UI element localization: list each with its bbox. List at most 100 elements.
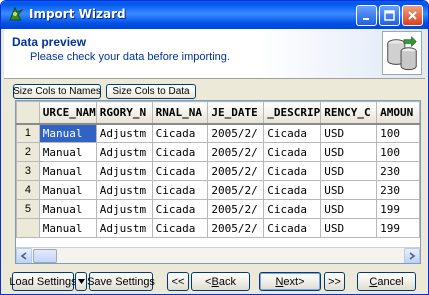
table-row[interactable]: 1 Manual Adjustm Cicada 2005/2/ Cicada U… (16, 123, 420, 143)
load-settings-dropdown[interactable] (75, 272, 87, 291)
last-page-button[interactable]: >> (324, 272, 345, 291)
grid-cell[interactable]: Adjustm (95, 161, 153, 181)
grid-cell[interactable]: Cicada (151, 199, 209, 219)
grid-cell[interactable]: Cicada (263, 199, 322, 219)
row-number[interactable]: 5 (16, 199, 40, 219)
grid-cell[interactable]: Manual (38, 199, 97, 219)
preview-table: URCE_NAM RGORY_N RNAL_NA JE_DATE _DESCRI… (16, 101, 420, 238)
grid-cell[interactable]: 2005/2/ (207, 123, 265, 143)
grid-cell[interactable]: 230 (376, 161, 420, 181)
grid-cell[interactable]: USD (320, 161, 378, 181)
close-button[interactable] (402, 5, 423, 26)
grid-cell[interactable]: Cicada (263, 180, 322, 200)
corner-cell (16, 101, 40, 125)
grid-cell[interactable]: Adjustm (95, 142, 153, 162)
size-cols-to-names-button[interactable]: Size Cols to Names (13, 84, 101, 99)
load-settings-button[interactable]: Load Settings (9, 272, 77, 291)
window-title: Import Wizard (29, 7, 126, 21)
scroll-left-button[interactable] (16, 248, 32, 263)
cancel-button[interactable]: Cancel (357, 272, 416, 291)
column-header[interactable]: RENCY_C (320, 101, 378, 125)
column-header[interactable]: RGORY_N (95, 101, 153, 125)
title-bar[interactable]: Import Wizard (1, 1, 428, 29)
grid-cell[interactable]: 199 (376, 218, 420, 238)
chevron-right-icon (409, 252, 416, 260)
horizontal-scrollbar[interactable] (16, 247, 420, 263)
grid-cell[interactable]: 100 (376, 123, 420, 143)
grid-cell[interactable]: Adjustm (95, 218, 153, 238)
row-number[interactable]: 3 (16, 161, 40, 181)
first-page-button[interactable]: << (167, 272, 189, 291)
size-cols-to-data-button[interactable]: Size Cols to Data (106, 84, 196, 99)
grid-cell[interactable]: 2005/2/ (207, 161, 265, 181)
back-button[interactable]: < Back (191, 272, 250, 291)
row-number[interactable]: 1 (16, 123, 40, 143)
grid-cell[interactable]: Cicada (263, 142, 322, 162)
column-header[interactable]: AMOUN (376, 101, 420, 125)
database-import-icon (382, 31, 422, 75)
back-label-hotkey: B (211, 275, 219, 288)
table-row[interactable]: 5 Manual Adjustm Cicada 2005/2/ Cicada U… (16, 199, 420, 219)
grid-cell[interactable]: Manual (38, 218, 97, 238)
grid-cell[interactable]: 2005/2/ (207, 180, 265, 200)
grid-cell[interactable]: Cicada (151, 142, 209, 162)
data-preview-grid[interactable]: URCE_NAM RGORY_N RNAL_NA JE_DATE _DESCRI… (15, 100, 421, 264)
wizard-header: Data preview Please check your data befo… (4, 29, 425, 79)
grid-cell[interactable]: Manual (38, 142, 97, 162)
row-number[interactable] (16, 218, 40, 238)
next-label-rest: ext (283, 275, 299, 288)
grid-viewport: URCE_NAM RGORY_N RNAL_NA JE_DATE _DESCRI… (16, 101, 420, 247)
grid-cell[interactable]: Manual (38, 180, 97, 200)
grid-cell[interactable]: 199 (376, 199, 420, 219)
scroll-right-button[interactable] (404, 248, 420, 263)
close-icon (408, 11, 417, 20)
grid-cell[interactable]: Cicada (151, 218, 209, 238)
grid-cell[interactable]: 100 (376, 142, 420, 162)
scrollbar-thumb[interactable] (33, 249, 57, 263)
table-row[interactable]: Manual Adjustm Cicada 2005/2/ Cicada USD… (16, 218, 420, 238)
table-row[interactable]: 4 Manual Adjustm Cicada 2005/2/ Cicada U… (16, 180, 420, 200)
import-wizard-window: Import Wizard Data preview Please check … (0, 0, 429, 295)
grid-cell[interactable]: 230 (376, 180, 420, 200)
grid-cell[interactable]: Cicada (151, 123, 209, 143)
minimize-icon (362, 17, 369, 20)
column-header[interactable]: URCE_NAM (38, 101, 97, 125)
grid-cell[interactable]: Cicada (263, 123, 322, 143)
back-label-rest: ack (218, 275, 236, 288)
grid-cell[interactable]: Adjustm (95, 123, 153, 143)
grid-cell-selected[interactable]: Manual (38, 123, 97, 143)
grid-cell[interactable]: USD (320, 123, 378, 143)
grid-cell[interactable]: USD (320, 142, 378, 162)
header-row: URCE_NAM RGORY_N RNAL_NA JE_DATE _DESCRI… (16, 101, 420, 125)
maximize-button[interactable] (379, 5, 400, 26)
grid-cell[interactable]: 2005/2/ (207, 199, 265, 219)
grid-cell[interactable]: Adjustm (95, 199, 153, 219)
column-header[interactable]: RNAL_NA (151, 101, 209, 125)
table-row[interactable]: 3 Manual Adjustm Cicada 2005/2/ Cicada U… (16, 161, 420, 181)
grid-cell[interactable]: Manual (38, 161, 97, 181)
minimize-button[interactable] (356, 5, 377, 26)
next-button[interactable]: Next > (259, 272, 321, 291)
cancel-label-hotkey: C (369, 275, 378, 288)
chevron-left-icon (20, 252, 27, 260)
next-label-hotkey: N (275, 275, 284, 288)
column-header[interactable]: _DESCRIP (263, 101, 322, 125)
next-label-suffix: > (298, 275, 305, 288)
grid-cell[interactable]: Cicada (151, 161, 209, 181)
page-subtitle: Please check your data before importing. (30, 51, 230, 63)
grid-cell[interactable]: USD (320, 180, 378, 200)
grid-cell[interactable]: 2005/2/ (207, 142, 265, 162)
maximize-icon (384, 10, 395, 21)
grid-cell[interactable]: USD (320, 218, 378, 238)
row-number[interactable]: 4 (16, 180, 40, 200)
grid-cell[interactable]: Cicada (263, 218, 322, 238)
grid-cell[interactable]: USD (320, 199, 378, 219)
grid-cell[interactable]: Cicada (263, 161, 322, 181)
column-header[interactable]: JE_DATE (207, 101, 265, 125)
grid-cell[interactable]: Cicada (151, 180, 209, 200)
save-settings-button[interactable]: Save Settings (87, 272, 155, 291)
grid-cell[interactable]: 2005/2/ (207, 218, 265, 238)
row-number[interactable]: 2 (16, 142, 40, 162)
grid-cell[interactable]: Adjustm (95, 180, 153, 200)
table-row[interactable]: 2 Manual Adjustm Cicada 2005/2/ Cicada U… (16, 142, 420, 162)
